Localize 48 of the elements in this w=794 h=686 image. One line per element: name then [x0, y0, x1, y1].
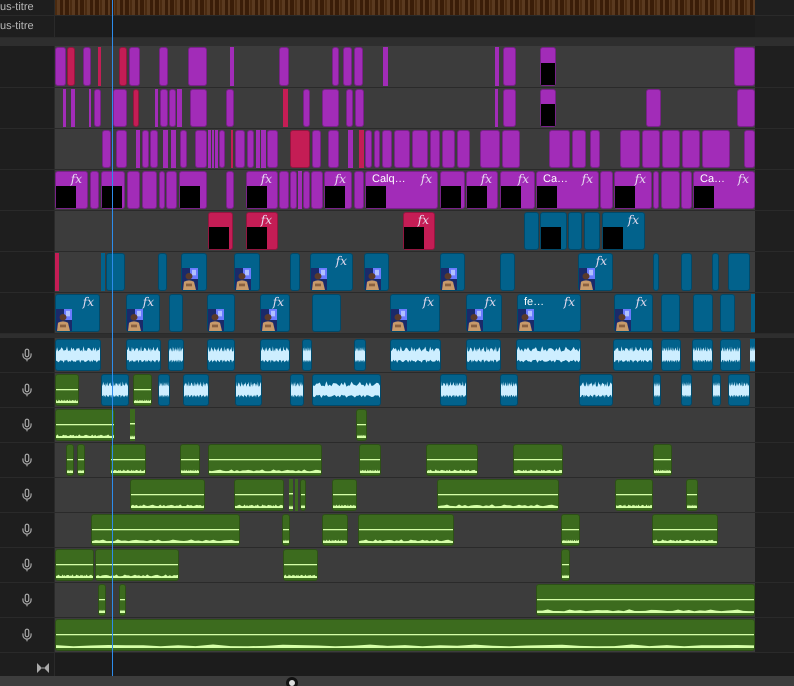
- video-clip[interactable]: Ca… fx: [693, 171, 755, 209]
- video-clip[interactable]: Ca… fx: [536, 171, 599, 209]
- video-clip[interactable]: fx: [403, 212, 435, 250]
- video-clip[interactable]: fx: [614, 294, 653, 332]
- video-clip[interactable]: fx: [466, 171, 498, 209]
- video-clip[interactable]: fx: [602, 212, 645, 250]
- effect-label: fx: [334, 173, 346, 186]
- clip-title: Calq…: [372, 173, 406, 186]
- effect-label: fx: [628, 214, 639, 227]
- video-clip[interactable]: fx: [55, 171, 88, 209]
- effect-label: fx: [634, 173, 646, 186]
- video-clip[interactable]: fx: [246, 171, 278, 209]
- video-clip[interactable]: fx: [310, 253, 353, 291]
- effect-label: fx: [336, 255, 347, 268]
- effect-label: fx: [596, 255, 607, 268]
- effect-label: fx: [518, 173, 529, 186]
- effect-label: fx: [738, 173, 749, 186]
- effect-label: fx: [70, 173, 82, 186]
- effect-label: fx: [422, 296, 434, 309]
- video-clip[interactable]: fx: [390, 294, 440, 332]
- clip-title: fe…: [524, 296, 544, 309]
- effect-label: fx: [420, 173, 432, 186]
- track-name: us-titre: [0, 19, 34, 34]
- effect-label: fx: [260, 214, 272, 227]
- effect-label: fx: [564, 296, 575, 309]
- video-clip[interactable]: fx: [466, 294, 502, 332]
- effect-label: fx: [636, 296, 647, 309]
- effect-label: fx: [142, 296, 154, 309]
- video-clip[interactable]: fx: [260, 294, 290, 332]
- effect-label: fx: [582, 173, 593, 186]
- effect-label: fx: [82, 296, 94, 309]
- effect-label: fx: [272, 296, 284, 309]
- video-clip[interactable]: fe… fx: [517, 294, 581, 332]
- effect-label: fx: [260, 173, 272, 186]
- video-clip[interactable]: fx: [614, 171, 652, 209]
- clip-title: Ca…: [700, 173, 726, 186]
- effect-label: fx: [480, 173, 492, 186]
- effect-label: fx: [484, 296, 496, 309]
- effect-label: fx: [418, 214, 429, 227]
- video-clip[interactable]: fx: [55, 294, 100, 332]
- video-clip[interactable]: fx: [500, 171, 535, 209]
- video-clip[interactable]: fx: [126, 294, 160, 332]
- video-clip[interactable]: fx: [578, 253, 613, 291]
- clip-title: Ca…: [543, 173, 568, 186]
- video-clip[interactable]: fx: [246, 212, 278, 250]
- video-clip[interactable]: fx: [324, 171, 352, 209]
- track-name: us-titre: [0, 0, 34, 16]
- video-clip[interactable]: Calq… fx: [365, 171, 438, 209]
